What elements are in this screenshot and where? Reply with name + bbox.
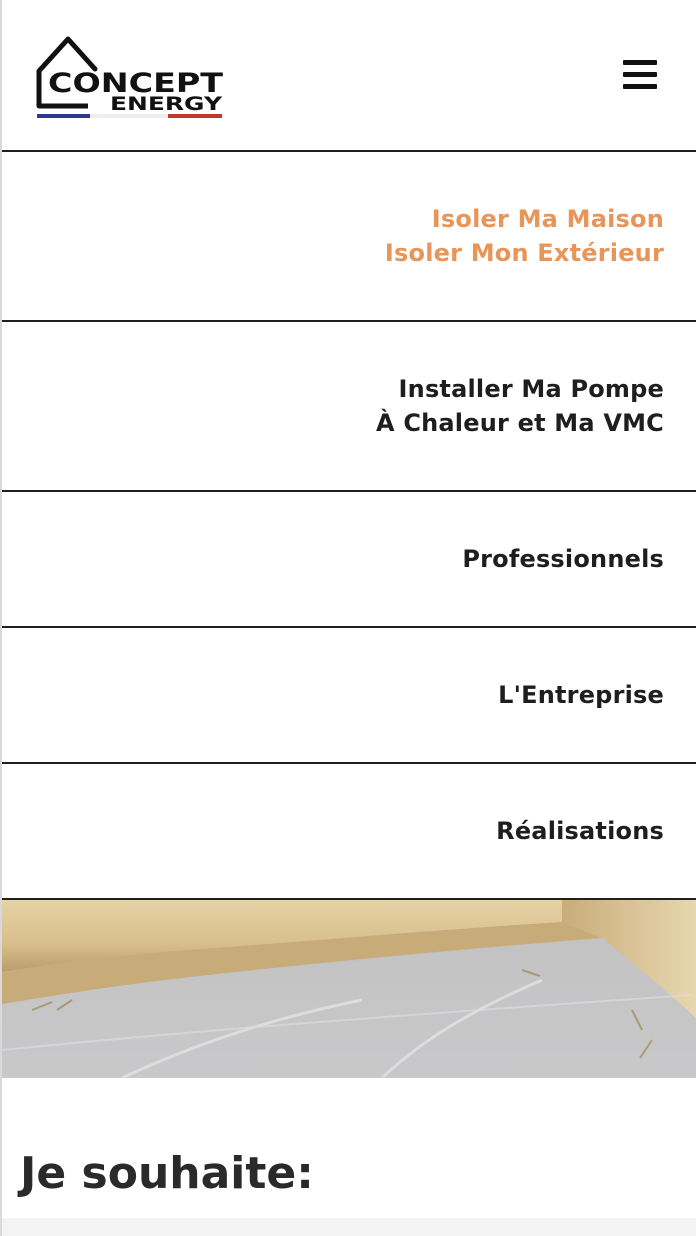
flag-white <box>90 114 168 118</box>
nav-item-realisations[interactable]: Réalisations <box>2 764 696 900</box>
nav-item-label: L'Entreprise <box>498 681 664 709</box>
nav-item-label-line: Isoler Mon Extérieur <box>384 239 664 267</box>
menu-bar <box>623 72 657 77</box>
page: CONCEPT ENERGY Isoler Ma Maison Isoler M… <box>0 0 696 1236</box>
menu-bar <box>623 84 657 89</box>
hero-image-insulation <box>2 900 696 1078</box>
nav-item-label-line: À Chaleur et Ma VMC <box>375 409 664 437</box>
flag-red <box>168 114 222 118</box>
site-header: CONCEPT ENERGY <box>2 0 696 152</box>
flag-blue <box>37 114 90 118</box>
hamburger-menu-icon[interactable] <box>620 57 660 93</box>
content-band <box>2 1218 696 1236</box>
menu-bar <box>623 60 657 65</box>
logo-text-bottom: ENERGY <box>110 93 222 115</box>
nav-item-label-line: Installer Ma Pompe <box>398 375 664 403</box>
nav-item-label-line: Isoler Ma Maison <box>431 205 664 233</box>
nav-item-isoler[interactable]: Isoler Ma Maison Isoler Mon Extérieur <box>2 152 696 322</box>
nav-item-pompe-a-chaleur[interactable]: Installer Ma Pompe À Chaleur et Ma VMC <box>2 322 696 492</box>
section-heading: Je souhaite: <box>20 1148 314 1199</box>
nav-item-entreprise[interactable]: L'Entreprise <box>2 628 696 764</box>
nav-item-professionnels[interactable]: Professionnels <box>2 492 696 628</box>
insulation-photo <box>2 900 696 1078</box>
logo-graphic: CONCEPT ENERGY <box>36 36 224 118</box>
concept-energy-logo[interactable]: CONCEPT ENERGY <box>36 33 226 123</box>
nav-item-label: Réalisations <box>496 817 664 845</box>
nav-item-label: Professionnels <box>462 545 664 573</box>
